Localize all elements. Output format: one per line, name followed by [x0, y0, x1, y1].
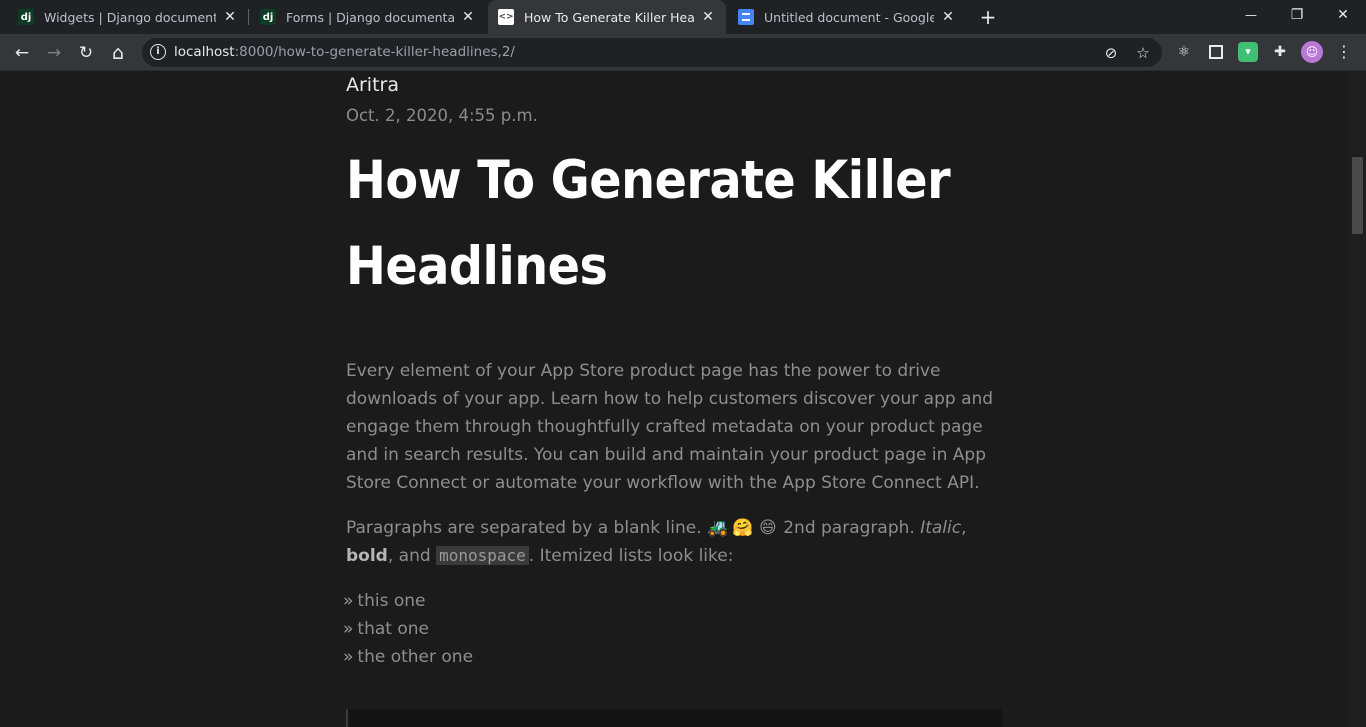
tab-widgets[interactable]: dj Widgets | Django documentation ✕: [8, 0, 248, 34]
tab-title: Forms | Django documentation |: [286, 9, 454, 25]
and-text: , and: [387, 546, 437, 566]
extension-square-icon[interactable]: [1209, 45, 1223, 59]
restore-button[interactable]: ❐: [1274, 0, 1320, 30]
article-paragraph-1: Every element of your App Store product …: [346, 361, 994, 493]
extension-green-icon[interactable]: ▾: [1238, 42, 1258, 62]
minimize-button[interactable]: —: [1228, 0, 1274, 30]
site-favicon-icon: <>: [498, 9, 514, 25]
tab-divider: [248, 9, 249, 25]
react-devtools-icon[interactable]: ⚛: [1174, 42, 1194, 62]
window-close-button[interactable]: ✕: [1320, 0, 1366, 30]
tab-close-icon[interactable]: ✕: [700, 9, 716, 25]
google-docs-favicon-icon: [738, 9, 754, 25]
django-favicon-icon: dj: [260, 9, 276, 25]
tab-strip: dj Widgets | Django documentation ✕ dj F…: [0, 0, 1366, 34]
profile-avatar-icon[interactable]: ☺: [1301, 41, 1323, 63]
home-button[interactable]: ⌂: [104, 39, 132, 67]
comma: ,: [961, 518, 967, 538]
itemized-list: » this one » that one » the other one: [343, 587, 1006, 671]
bullet-icon: »: [343, 591, 354, 611]
tab-active-headlines[interactable]: <> How To Generate Killer Headlines ✕: [488, 0, 726, 34]
site-info-icon[interactable]: i: [150, 44, 166, 60]
italic-text: Italic: [920, 518, 962, 538]
address-bar[interactable]: i localhost:8000/how-to-generate-killer-…: [142, 38, 1162, 67]
address-url[interactable]: localhost:8000/how-to-generate-killer-he…: [174, 44, 515, 60]
menu-icon[interactable]: ⋮: [1334, 42, 1354, 62]
bullet-icon: »: [343, 619, 354, 639]
django-favicon-icon: dj: [18, 9, 34, 25]
smile-emoji-icon: 😄: [758, 518, 777, 538]
list-item-text: the other one: [357, 647, 474, 667]
tab-forms[interactable]: dj Forms | Django documentation | ✕: [250, 0, 486, 34]
page-scrollbar[interactable]: [1349, 71, 1366, 727]
back-button[interactable]: ←: [8, 39, 36, 67]
browser-toolbar: ← → ↻ ⌂ i localhost:8000/how-to-generate…: [0, 34, 1366, 71]
tractor-emoji-icon: 🚜: [707, 518, 729, 538]
list-item-text: this one: [357, 591, 426, 611]
article-title: How To Generate Killer Headlines: [346, 138, 1006, 310]
new-tab-button[interactable]: +: [976, 5, 1000, 29]
tab-title: How To Generate Killer Headlines: [524, 9, 694, 25]
article-paragraph-2: Paragraphs are separated by a blank line…: [346, 514, 1006, 570]
paragraph2-middle: 2nd paragraph.: [777, 518, 921, 538]
paragraph2-start: Paragraphs are separated by a blank line…: [346, 518, 702, 538]
tab-close-icon[interactable]: ✕: [940, 9, 956, 25]
page-content: Aritra Oct. 2, 2020, 4:55 p.m. How To Ge…: [0, 71, 1349, 727]
tab-close-icon[interactable]: ✕: [460, 9, 476, 25]
address-path: :8000/how-to-generate-killer-headlines,2…: [234, 44, 515, 60]
list-item: » the other one: [343, 643, 1006, 671]
bold-text: bold: [346, 546, 388, 566]
bullet-icon: »: [343, 647, 354, 667]
code-block: [346, 709, 1002, 727]
list-item-text: that one: [357, 619, 429, 639]
tab-google-docs[interactable]: Untitled document - Google Docs ✕: [728, 0, 966, 34]
tab-title: Widgets | Django documentation: [44, 9, 216, 25]
puzzle-extensions-icon[interactable]: ✚: [1270, 42, 1290, 62]
article-title-line1: How To Generate Killer: [346, 150, 951, 211]
address-host: localhost: [174, 44, 235, 60]
hugging-face-emoji-icon: 🤗: [732, 518, 754, 538]
list-item: » this one: [343, 587, 1006, 615]
monospace-text: monospace: [436, 546, 529, 565]
forward-button[interactable]: →: [40, 39, 68, 67]
tab-close-icon[interactable]: ✕: [222, 9, 238, 25]
article: Aritra Oct. 2, 2020, 4:55 p.m. How To Ge…: [343, 71, 1006, 671]
article-date: Oct. 2, 2020, 4:55 p.m.: [346, 106, 538, 125]
paragraph2-end: . Itemized lists look like:: [528, 546, 734, 566]
article-title-line2: Headlines: [346, 236, 608, 297]
article-author: Aritra: [346, 74, 399, 96]
reload-button[interactable]: ↻: [72, 39, 100, 67]
scrollbar-thumb[interactable]: [1352, 157, 1363, 234]
list-item: » that one: [343, 615, 1006, 643]
eye-off-icon[interactable]: ⊘: [1100, 42, 1122, 64]
star-icon[interactable]: ☆: [1132, 42, 1154, 64]
tab-title: Untitled document - Google Docs: [764, 9, 934, 25]
